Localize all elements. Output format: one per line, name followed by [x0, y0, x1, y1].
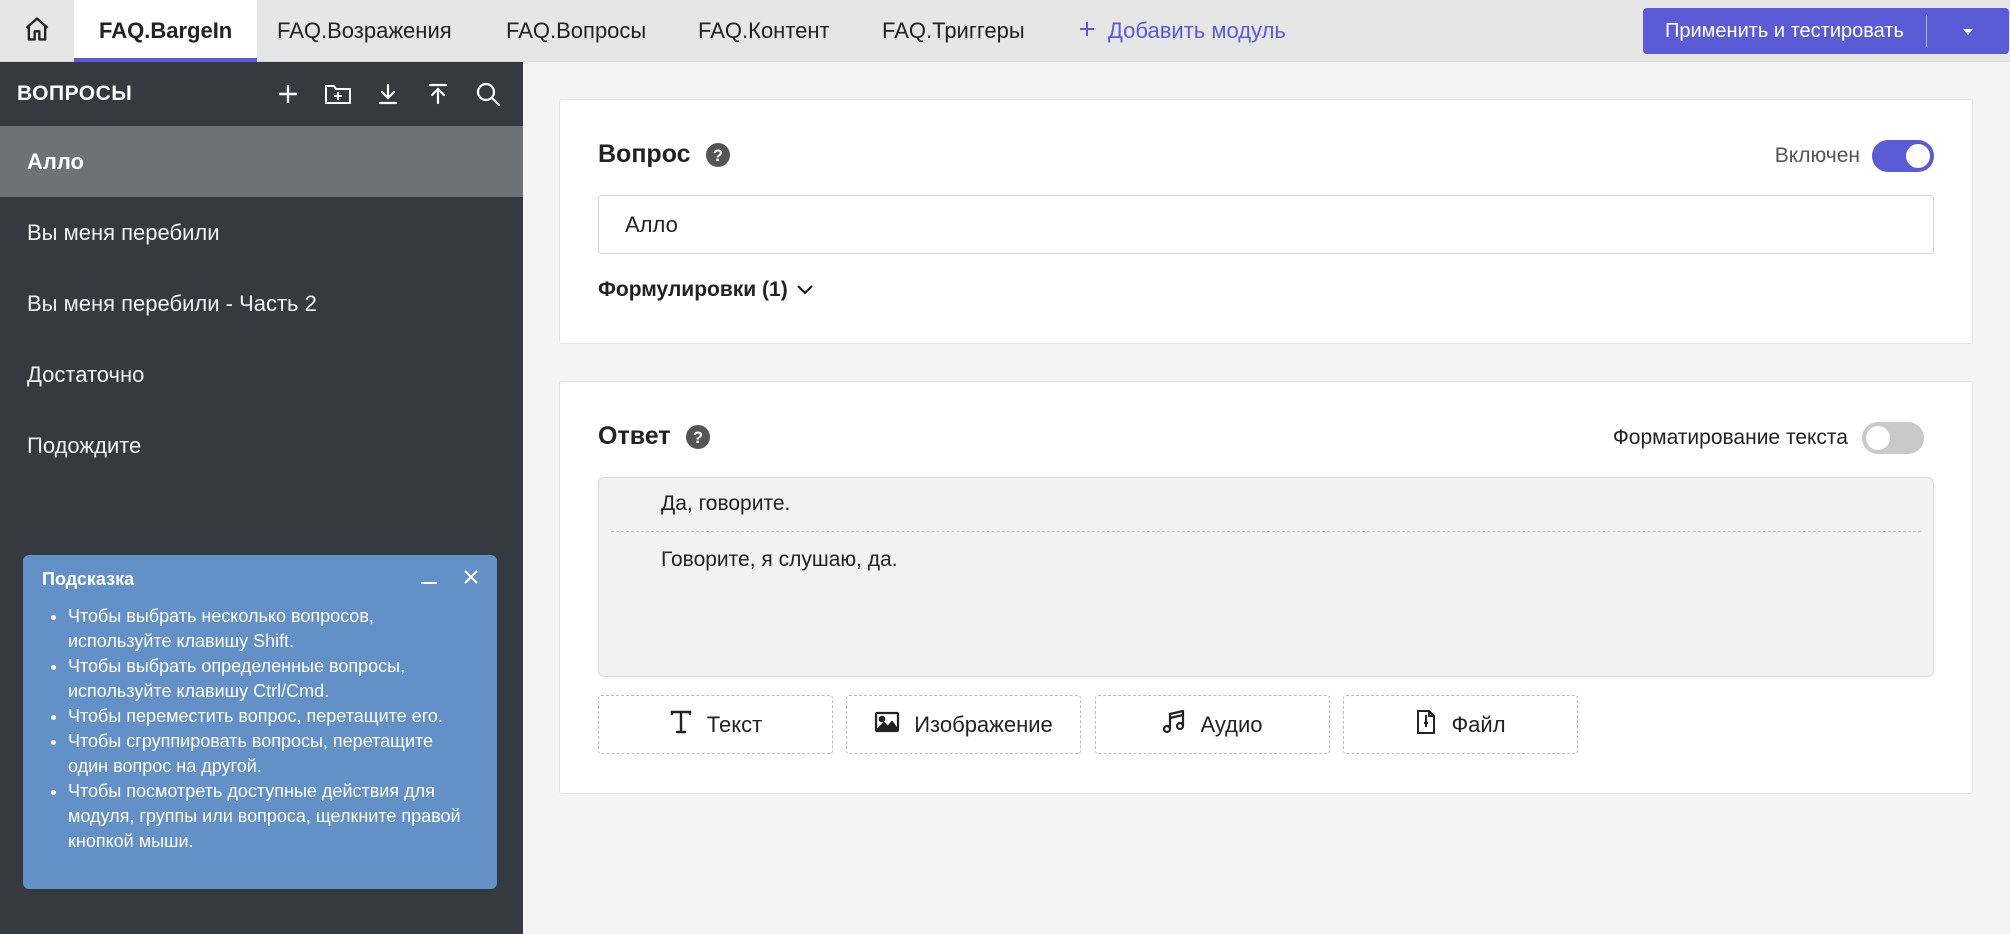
top-bar: FAQ.BargeIn FAQ.Возражения FAQ.Вопросы F…: [0, 0, 2010, 62]
add-image-label: Изображение: [914, 711, 1053, 737]
tab-faq-content[interactable]: FAQ.Контент: [673, 0, 855, 62]
question-item-interrupted[interactable]: Вы меня перебили: [0, 197, 523, 268]
close-icon[interactable]: [463, 569, 479, 590]
svg-text:?: ?: [712, 146, 722, 165]
question-input[interactable]: Алло: [598, 195, 1934, 254]
sidebar-toolbar: [263, 62, 513, 126]
tab-faq-objections[interactable]: FAQ.Возражения: [252, 0, 477, 62]
enabled-control: Включен: [1775, 140, 1934, 172]
formulations-label: Формулировки (1): [598, 278, 788, 301]
question-title: Вопрос: [598, 140, 691, 168]
add-audio-label: Аудио: [1200, 711, 1263, 737]
enabled-label: Включен: [1774, 144, 1860, 167]
hint-panel: Подсказка Чтобы выбрать несколько вопрос…: [23, 555, 497, 889]
apply-and-test-button[interactable]: Применить и тестировать: [1643, 8, 2009, 54]
hint-item: Чтобы выбрать несколько вопросов, исполь…: [68, 604, 478, 654]
music-icon: [1162, 709, 1186, 741]
folder-plus-icon[interactable]: [313, 69, 363, 119]
add-text-button[interactable]: Текст: [598, 695, 833, 754]
question-card: Вопрос ? Включен Алло Формулировки (1): [559, 99, 1973, 344]
image-icon: [874, 711, 900, 739]
answer-card: Ответ ? Форматирование текста Да, говори…: [559, 381, 1973, 794]
caret-down-icon: [1961, 20, 1975, 43]
hint-title: Подсказка: [42, 569, 135, 589]
add-file-label: Файл: [1451, 711, 1506, 737]
hint-controls: [419, 567, 479, 592]
answer-title: Ответ: [598, 422, 671, 450]
tab-faq-bargein[interactable]: FAQ.BargeIn: [74, 0, 258, 62]
question-item-enough[interactable]: Достаточно: [0, 339, 523, 410]
sidebar-title: ВОПРОСЫ: [17, 82, 133, 105]
minimize-icon[interactable]: [419, 567, 439, 592]
answer-heading: Ответ ?: [598, 422, 711, 451]
answer-line[interactable]: Говорите, я слушаю, да.: [661, 548, 898, 572]
tab-faq-questions[interactable]: FAQ.Вопросы: [481, 0, 671, 62]
add-module-label: Добавить модуль: [1108, 18, 1286, 43]
enabled-toggle[interactable]: [1872, 140, 1934, 172]
question-item-wait[interactable]: Подождите: [0, 410, 523, 481]
answer-editor[interactable]: Да, говорите. Говорите, я слушаю, да.: [598, 477, 1934, 677]
question-item-allo[interactable]: Алло: [0, 126, 523, 197]
question-item-interrupted-part2[interactable]: Вы меня перебили - Часть 2: [0, 268, 523, 339]
text-formatting-control: Форматирование текста: [1613, 422, 1924, 454]
svg-text:?: ?: [692, 428, 702, 447]
add-image-button[interactable]: Изображение: [846, 695, 1081, 754]
hint-list: Чтобы выбрать несколько вопросов, исполь…: [42, 604, 478, 854]
home-button[interactable]: [0, 0, 73, 62]
chevron-down-icon: [796, 278, 814, 302]
apply-and-test-label: Применить и тестировать: [1665, 19, 1904, 42]
plus-icon: [1078, 18, 1096, 44]
text-icon: [669, 709, 693, 741]
answer-divider: [611, 531, 1921, 532]
add-text-label: Текст: [706, 711, 763, 737]
answer-line[interactable]: Да, говорите.: [661, 492, 790, 516]
text-formatting-toggle[interactable]: [1862, 422, 1924, 454]
hint-item: Чтобы посмотреть доступные действия для …: [68, 779, 478, 854]
add-audio-button[interactable]: Аудио: [1095, 695, 1330, 754]
hint-item: Чтобы сгруппировать вопросы, перетащите …: [68, 729, 478, 779]
add-file-button[interactable]: Файл: [1343, 695, 1578, 754]
hint-item: Чтобы переместить вопрос, перетащите его…: [68, 704, 478, 729]
question-heading: Вопрос ?: [598, 140, 731, 169]
hint-item: Чтобы выбрать определенные вопросы, испо…: [68, 654, 478, 704]
tab-faq-triggers[interactable]: FAQ.Триггеры: [857, 0, 1050, 62]
upload-icon[interactable]: [413, 69, 463, 119]
formulations-toggle[interactable]: Формулировки (1): [598, 278, 814, 302]
file-icon: [1415, 709, 1437, 741]
add-module-button[interactable]: Добавить модуль: [1078, 0, 1286, 62]
search-icon[interactable]: [463, 69, 513, 119]
text-formatting-label: Форматирование текста: [1612, 426, 1848, 449]
help-icon[interactable]: ?: [685, 424, 711, 450]
download-icon[interactable]: [363, 69, 413, 119]
apply-dropdown-toggle[interactable]: [1927, 20, 2009, 43]
plus-icon[interactable]: [263, 69, 313, 119]
sidebar-header: ВОПРОСЫ: [0, 62, 523, 126]
home-icon: [23, 15, 51, 48]
help-icon[interactable]: ?: [705, 142, 731, 168]
